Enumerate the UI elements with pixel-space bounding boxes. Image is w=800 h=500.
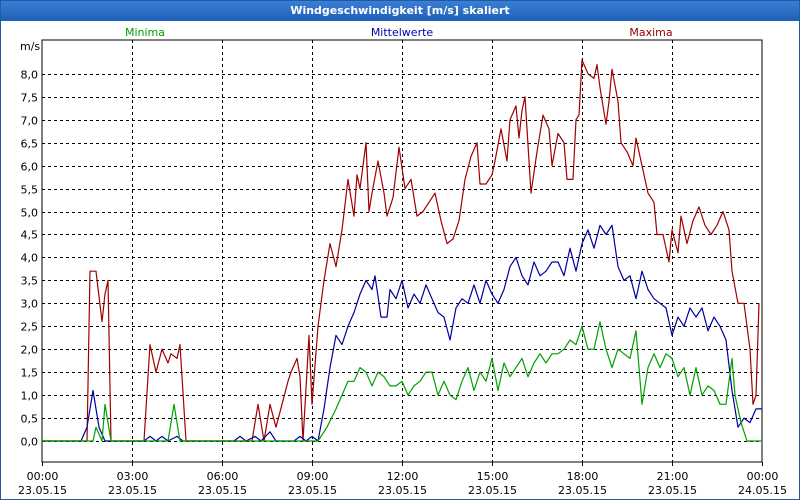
y-tick-label: 4,5 [21, 229, 39, 242]
x-tick-time: 06:00 [207, 470, 239, 483]
x-tick-time: 21:00 [657, 470, 689, 483]
y-tick-label: 5,5 [21, 184, 39, 197]
y-tick-label: 1,5 [21, 367, 39, 380]
x-tick-time: 18:00 [567, 470, 599, 483]
y-tick-label: 3,0 [21, 298, 39, 311]
y-tick-label: 8,0 [21, 69, 39, 82]
x-tick-time: 15:00 [477, 470, 509, 483]
y-tick-label: 6,0 [21, 161, 39, 174]
x-tick-time: 03:00 [117, 470, 149, 483]
grid [42, 40, 762, 462]
y-tick-label: 0,0 [21, 436, 39, 449]
y-tick-label: 0,5 [21, 413, 39, 426]
y-tick-label: 3,5 [21, 275, 39, 288]
x-tick-time: 00:00 [27, 470, 59, 483]
series-line-minima [42, 321, 762, 442]
x-tick-date: 23.05.15 [108, 484, 157, 497]
y-axis-label: m/s [20, 40, 40, 53]
y-tick-label: 4,0 [21, 252, 39, 265]
x-tick-time: 12:00 [387, 470, 419, 483]
x-tick-date: 23.05.15 [18, 484, 67, 497]
y-tick-label: 2,0 [21, 344, 39, 357]
x-tick-time: 09:00 [297, 470, 329, 483]
x-tick-date: 23.05.15 [648, 484, 697, 497]
y-tick-label: 5,0 [21, 207, 39, 220]
y-tick-label: 1,0 [21, 390, 39, 403]
y-tick-label: 7,0 [21, 115, 39, 128]
wind-speed-chart: 0,0 0,5 1,0 1,5 2,0 2,5 3,0 3,5 4,0 4,5 5,0 5,5 6,0 6… [18, 26, 787, 497]
y-tick-label: 2,5 [21, 321, 39, 334]
x-tick-date: 23.05.15 [288, 484, 337, 497]
y-tick-label: 6,5 [21, 138, 39, 151]
x-tick-time: 00:00 [747, 470, 779, 483]
series-line-maxima [42, 59, 760, 442]
x-tick-date: 23.05.15 [558, 484, 607, 497]
legend-maxima: Maxima [629, 26, 672, 39]
x-tick-date: 24.05.15 [738, 484, 787, 497]
x-tick-date: 23.05.15 [378, 484, 427, 497]
legend-minima: Minima [125, 26, 165, 39]
x-tick-date: 23.05.15 [468, 484, 517, 497]
x-tick-date: 23.05.15 [198, 484, 247, 497]
legend-mittelwerte: Mittelwerte [371, 26, 434, 39]
y-tick-label: 7,5 [21, 92, 39, 105]
